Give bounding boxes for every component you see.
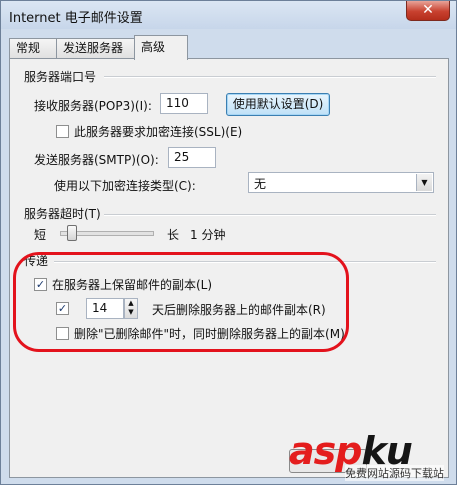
tab-general[interactable]: 常规 <box>9 38 57 59</box>
incoming-server-label: 接收服务器(POP3)(I): <box>34 99 152 113</box>
outgoing-port-input[interactable]: 25 <box>168 147 216 168</box>
tab-strip: 常规 发送服务器 高级 <box>9 35 449 60</box>
ports-group-label: 服务器端口号 <box>24 70 97 84</box>
settings-window: Internet 电子邮件设置 ✕ 常规 发送服务器 高级 服务器端口号 接收服… <box>0 0 457 485</box>
close-button[interactable]: ✕ <box>406 1 450 21</box>
tab-advanced[interactable]: 高级 <box>134 35 188 60</box>
use-defaults-button[interactable]: 使用默认设置(D) <box>226 93 330 116</box>
timeout-value: 1 分钟 <box>190 228 226 242</box>
chevron-down-icon[interactable]: ▼ <box>416 174 432 191</box>
timeout-group-divider <box>104 214 436 216</box>
timeout-group-label: 服务器超时(T) <box>24 207 101 221</box>
timeout-slider-thumb[interactable] <box>66 225 77 241</box>
ssl-label: 此服务器要求加密连接(SSL)(E) <box>74 125 243 139</box>
title-bar: Internet 电子邮件设置 ✕ <box>1 1 456 29</box>
tab-outgoing-server[interactable]: 发送服务器 <box>56 38 140 59</box>
incoming-port-input[interactable]: 110 <box>160 93 208 114</box>
highlight-loop <box>13 252 349 352</box>
ssl-checkbox[interactable] <box>56 125 69 138</box>
ports-group-divider <box>104 76 436 78</box>
encryption-type-select[interactable]: 无 ▼ <box>248 172 434 193</box>
window-title: Internet 电子邮件设置 <box>9 11 143 26</box>
encryption-type-value: 无 <box>254 177 267 191</box>
watermark-subtitle: 免费网站源码下载站 <box>345 465 444 481</box>
timeout-short-label: 短 <box>34 228 47 242</box>
encryption-type-label: 使用以下加密连接类型(C): <box>54 179 196 193</box>
outgoing-server-label: 发送服务器(SMTP)(O): <box>34 153 159 167</box>
timeout-long-label: 长 <box>167 228 180 242</box>
